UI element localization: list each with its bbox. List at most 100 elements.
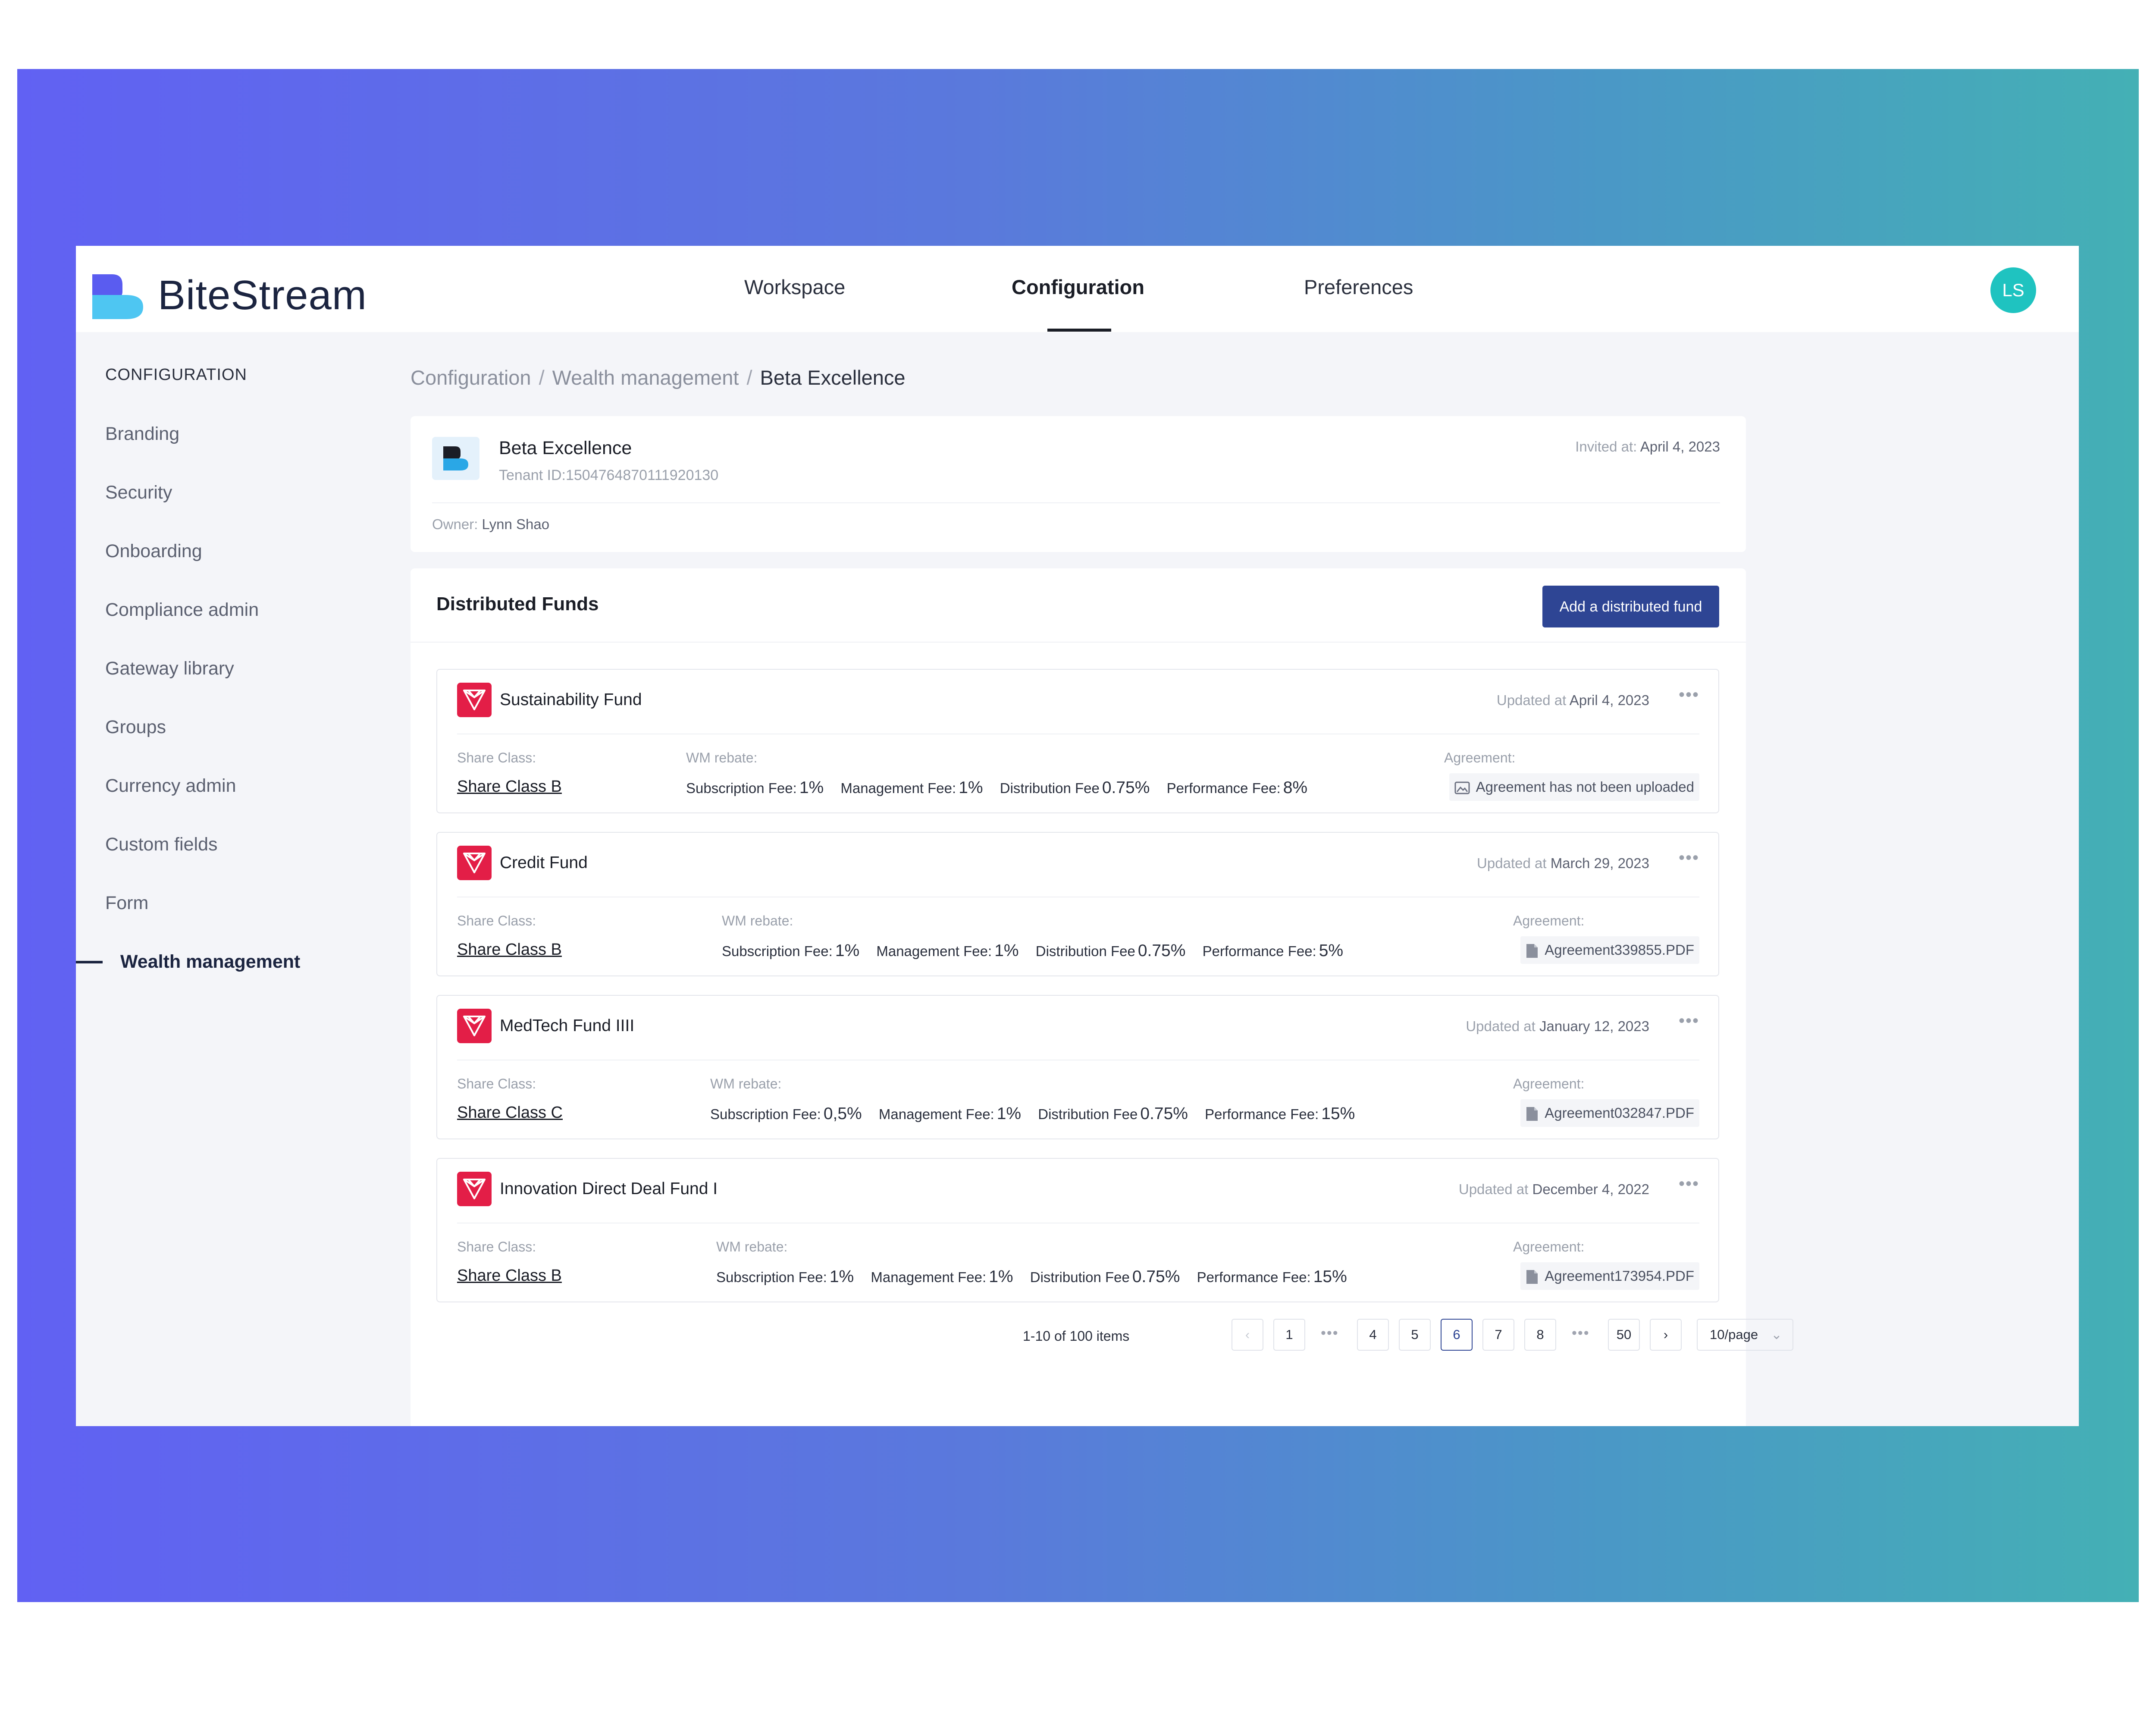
share-class-link[interactable]: Share Class C (457, 1104, 563, 1122)
fee-list: Subscription Fee: 1% Management Fee: 1% Di… (686, 778, 1307, 797)
agreement-filename: Agreement339855.PDF (1545, 942, 1694, 958)
updated-label: Updated at (1496, 692, 1567, 708)
pagination-page-7[interactable]: 7 (1482, 1319, 1514, 1351)
page-size-select[interactable]: 10/page ⌄ (1697, 1319, 1793, 1351)
updated-value: April 4, 2023 (1569, 692, 1649, 708)
management-fee-label: Management Fee: (840, 780, 956, 796)
management-fee-label: Management Fee: (876, 943, 992, 959)
management-fee-value: 1% (959, 778, 983, 797)
app-window: BiteStream Workspace Configuration Prefe… (76, 246, 2079, 1426)
performance-fee-label: Performance Fee: (1202, 943, 1316, 959)
agreement-text: Agreement has not been uploaded (1476, 779, 1694, 795)
fund-card: Credit Fund Updated at March 29, 2023 ••… (436, 832, 1719, 976)
fund-updated-at: Updated at December 4, 2022 (1459, 1181, 1649, 1198)
fund-updated-at: Updated at March 29, 2023 (1477, 855, 1649, 872)
bitestream-logo-icon (92, 274, 143, 319)
pagination-ellipsis[interactable]: ••• (1572, 1325, 1590, 1342)
fund-card: Sustainability Fund Updated at April 4, … (436, 669, 1719, 813)
performance-fee-value: 15% (1313, 1267, 1347, 1286)
pagination-page-4[interactable]: 4 (1357, 1319, 1389, 1351)
sidebar-item-gateway-library[interactable]: Gateway library (105, 658, 234, 679)
wm-rebate-label: WM rebate: (710, 1076, 782, 1091)
image-icon (1454, 781, 1470, 794)
agreement-file[interactable]: Agreement032847.PDF (1520, 1099, 1699, 1127)
performance-fee-label: Performance Fee: (1197, 1269, 1311, 1285)
tab-workspace[interactable]: Workspace (744, 274, 845, 300)
sidebar: CONFIGURATION Branding Security Onboardi… (76, 332, 412, 1426)
distribution-fee-value: 0.75% (1138, 941, 1186, 960)
performance-fee-label: Performance Fee: (1166, 780, 1281, 796)
distribution-fee-label: Distribution Fee (1030, 1269, 1130, 1285)
pagination: 1-10 of 100 items ‹ 1 ••• 4 5 6 7 8 ••• … (411, 1319, 1793, 1353)
pagination-page-8[interactable]: 8 (1524, 1319, 1556, 1351)
fund-updated-at: Updated at April 4, 2023 (1497, 692, 1649, 709)
fund-gem-icon (457, 1172, 492, 1206)
pagination-page-6[interactable]: 6 (1441, 1319, 1473, 1351)
add-distributed-fund-button[interactable]: Add a distributed fund (1542, 586, 1719, 627)
pagination-ellipsis[interactable]: ••• (1321, 1325, 1339, 1342)
fund-name: Sustainability Fund (500, 690, 642, 709)
pagination-page-1[interactable]: 1 (1273, 1319, 1305, 1351)
share-class-label: Share Class: (457, 1239, 536, 1255)
sidebar-item-form[interactable]: Form (105, 893, 148, 914)
agreement-status: Agreement has not been uploaded (1449, 773, 1699, 801)
more-options-icon[interactable]: ••• (1679, 685, 1699, 705)
performance-fee-value: 5% (1319, 941, 1344, 960)
top-bar: BiteStream Workspace Configuration Prefe… (76, 246, 2079, 332)
pagination-next-button[interactable]: › (1650, 1319, 1682, 1351)
invited-label: Invited at: (1575, 439, 1637, 455)
share-class-link[interactable]: Share Class B (457, 1267, 562, 1285)
sidebar-item-custom-fields[interactable]: Custom fields (105, 834, 217, 855)
sidebar-item-currency-admin[interactable]: Currency admin (105, 775, 236, 797)
user-avatar[interactable]: LS (1990, 267, 2036, 313)
fund-name: MedTech Fund IIII (500, 1016, 635, 1035)
breadcrumb-configuration[interactable]: Configuration (411, 366, 531, 389)
sidebar-item-wealth-management[interactable]: Wealth management (120, 951, 300, 972)
more-options-icon[interactable]: ••• (1679, 1011, 1699, 1031)
fund-name: Credit Fund (500, 853, 588, 872)
pdf-file-icon (1526, 1270, 1538, 1284)
pdf-file-icon (1526, 944, 1538, 958)
share-class-label: Share Class: (457, 1076, 536, 1091)
distribution-fee-label: Distribution Fee (1038, 1106, 1138, 1122)
distribution-fee-value: 0.75% (1140, 1104, 1188, 1123)
sidebar-item-compliance-admin[interactable]: Compliance admin (105, 599, 259, 621)
more-options-icon[interactable]: ••• (1679, 848, 1699, 868)
agreement-file[interactable]: Agreement339855.PDF (1520, 936, 1699, 964)
pagination-prev-button[interactable]: ‹ (1232, 1319, 1263, 1351)
sidebar-item-branding[interactable]: Branding (105, 423, 179, 445)
owner-value: Lynn Shao (482, 516, 550, 532)
tab-configuration[interactable]: Configuration (1012, 274, 1144, 300)
subscription-fee-label: Subscription Fee: (722, 943, 833, 959)
sidebar-item-onboarding[interactable]: Onboarding (105, 541, 202, 562)
pagination-total: 1-10 of 100 items (1023, 1328, 1130, 1344)
subscription-fee-value: 0,5% (823, 1104, 862, 1123)
more-options-icon[interactable]: ••• (1679, 1174, 1699, 1194)
pagination-page-5[interactable]: 5 (1399, 1319, 1431, 1351)
sidebar-item-groups[interactable]: Groups (105, 717, 166, 738)
distribution-fee-label: Distribution Fee (1035, 943, 1135, 959)
fund-card: MedTech Fund IIII Updated at January 12,… (436, 995, 1719, 1139)
sidebar-section-title: CONFIGURATION (105, 366, 247, 384)
subscription-fee-value: 1% (799, 778, 824, 797)
fund-gem-icon (457, 1009, 492, 1043)
sidebar-item-security[interactable]: Security (105, 482, 172, 503)
updated-label: Updated at (1458, 1181, 1529, 1197)
divider (411, 642, 1746, 643)
tenant-card: Beta Excellence Tenant ID:15047648701119… (411, 416, 1746, 552)
divider (432, 502, 1720, 503)
pagination-page-50[interactable]: 50 (1608, 1319, 1640, 1351)
distribution-fee-value: 0.75% (1102, 778, 1150, 797)
tenant-id: Tenant ID:1504764870111920130 (499, 467, 719, 483)
tenant-invited-at: Invited at: April 4, 2023 (1575, 439, 1720, 455)
fund-gem-icon (457, 846, 492, 880)
management-fee-value: 1% (997, 1104, 1022, 1123)
breadcrumb-wealth-management[interactable]: Wealth management (552, 366, 739, 389)
agreement-file[interactable]: Agreement173954.PDF (1520, 1262, 1699, 1290)
agreement-label: Agreement: (1513, 1239, 1585, 1255)
share-class-link[interactable]: Share Class B (457, 778, 562, 796)
share-class-link[interactable]: Share Class B (457, 941, 562, 959)
share-class-label: Share Class: (457, 913, 536, 928)
tab-preferences[interactable]: Preferences (1304, 274, 1413, 300)
subscription-fee-label: Subscription Fee: (716, 1269, 827, 1285)
